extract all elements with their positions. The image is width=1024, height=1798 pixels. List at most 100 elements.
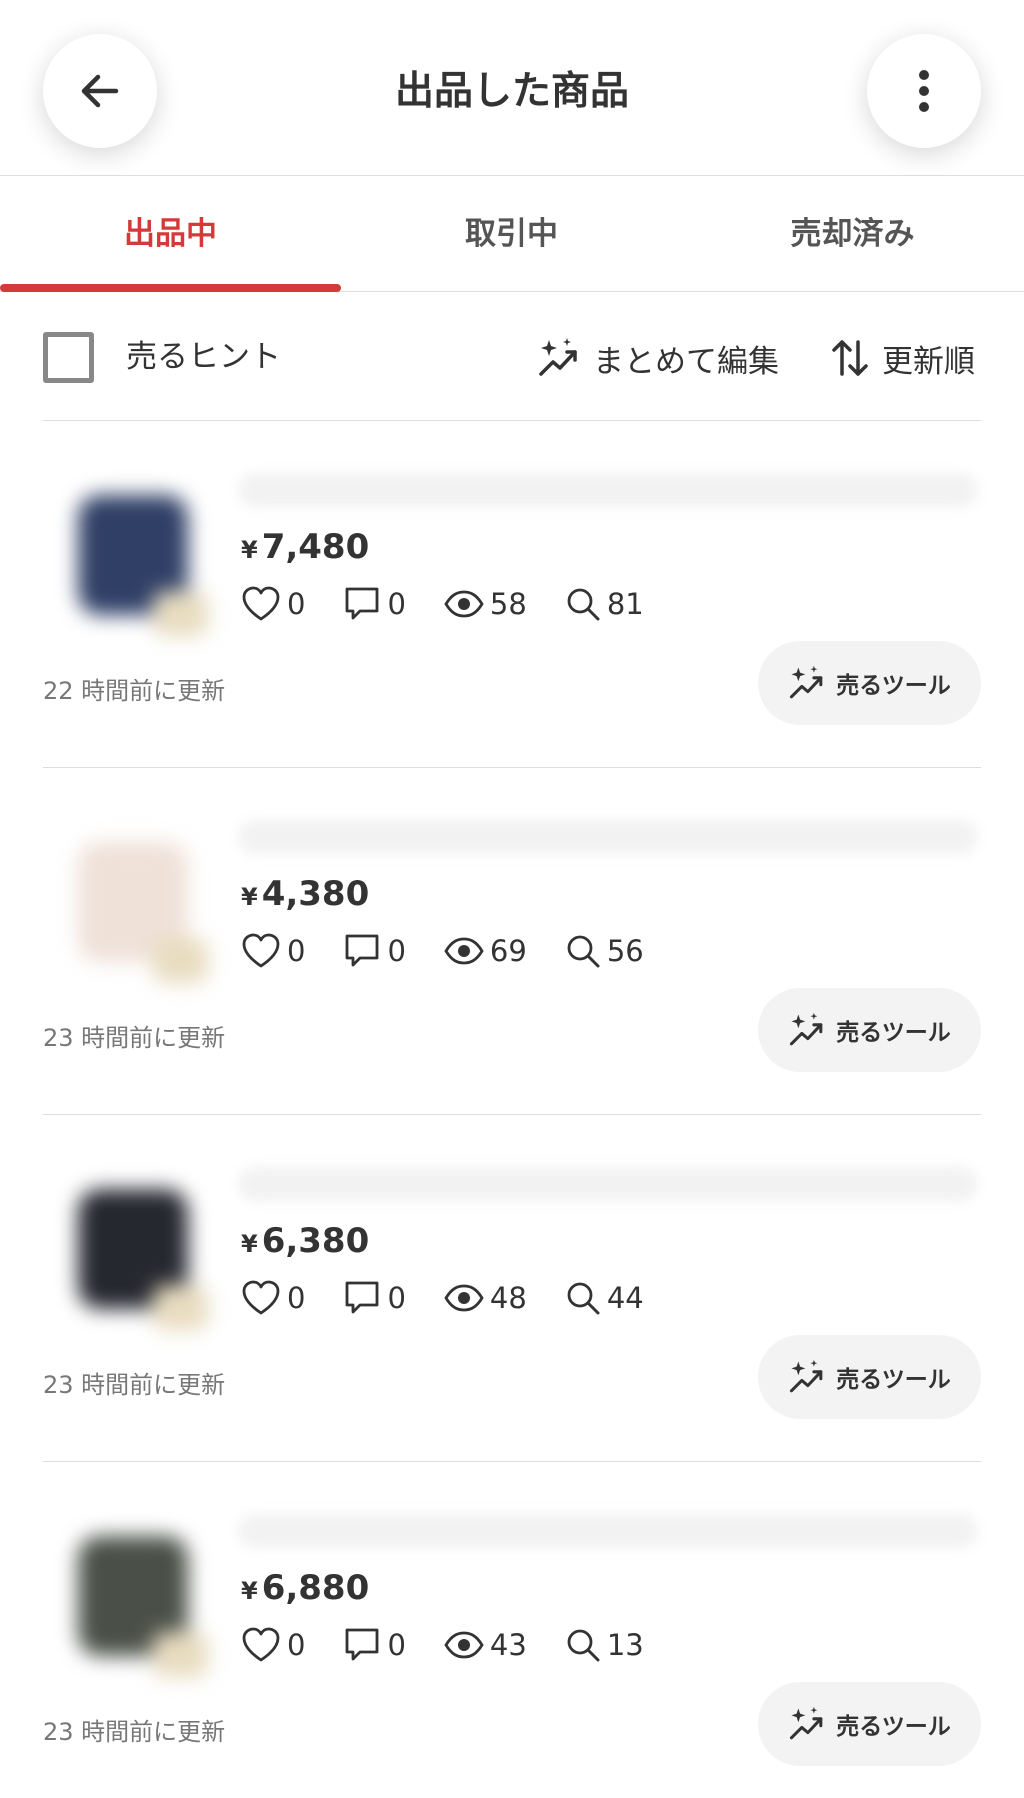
- sell-tools-button[interactable]: 売るツール: [758, 641, 981, 725]
- searches-stat: 81: [565, 586, 644, 622]
- views-count: 43: [489, 1628, 527, 1662]
- sparkle-chart-icon: [539, 338, 577, 376]
- product-title-blurred[interactable]: [238, 1167, 978, 1201]
- listing-item[interactable]: ¥6,880 0 0 43 13 23 時間前に更新 売るツール: [43, 1461, 981, 1798]
- product-thumbnail[interactable]: [53, 1167, 223, 1337]
- likes-stat: 0: [241, 1626, 305, 1664]
- searches-stat: 13: [565, 1627, 644, 1663]
- listing-item[interactable]: ¥6,380 0 0 48 44 23 時間前に更新 売るツール: [43, 1114, 981, 1461]
- product-price: ¥6,380: [241, 1217, 369, 1265]
- searches-stat: 44: [565, 1280, 644, 1316]
- product-tag-image: [153, 1632, 208, 1677]
- comment-icon: [346, 587, 379, 620]
- views-count: 48: [489, 1281, 527, 1315]
- comment-icon: [346, 1281, 379, 1314]
- likes-stat: 0: [241, 932, 305, 970]
- listing-item[interactable]: ¥4,380 0 0 69 56 23 時間前に更新 売るツール: [43, 767, 981, 1114]
- currency-symbol: ¥: [241, 1230, 258, 1258]
- comment-icon: [346, 934, 379, 967]
- status-tabs: 出品中 取引中 売却済み: [0, 176, 1024, 292]
- product-title-blurred[interactable]: [238, 820, 978, 854]
- updated-time: 23 時間前に更新: [43, 1718, 226, 1746]
- tab-sold[interactable]: 売却済み: [682, 176, 1023, 292]
- currency-symbol: ¥: [241, 883, 258, 911]
- views-stat: 58: [444, 587, 527, 621]
- sell-tools-label: 売るツール: [836, 1714, 951, 1740]
- list-toolbar: 売るヒント まとめて編集 更新順: [0, 292, 1024, 420]
- bulk-edit-label: まとめて編集: [593, 343, 779, 380]
- search-icon: [567, 935, 600, 968]
- updated-time: 23 時間前に更新: [43, 1024, 226, 1052]
- heart-icon: [242, 933, 280, 968]
- hint-checkbox[interactable]: [43, 332, 94, 383]
- price-value: 4,380: [261, 874, 370, 914]
- product-price: ¥4,380: [241, 870, 369, 918]
- listing-item[interactable]: ¥7,480 0 0 58 81 22 時間前に更新 売るツール: [43, 420, 981, 767]
- likes-stat: 0: [241, 585, 305, 623]
- sell-tools-button[interactable]: 売るツール: [758, 1335, 981, 1419]
- likes-count: 0: [287, 934, 306, 968]
- comments-count: 0: [387, 934, 406, 968]
- sort-button[interactable]: 更新順: [830, 330, 975, 386]
- eye-icon: [444, 590, 484, 618]
- search-icon: [567, 1629, 600, 1662]
- sort-arrows-icon: [832, 340, 868, 376]
- sell-tools-button[interactable]: 売るツール: [758, 988, 981, 1072]
- product-thumbnail[interactable]: [53, 820, 223, 990]
- likes-count: 0: [287, 1281, 306, 1315]
- searches-count: 13: [606, 1628, 644, 1662]
- arrow-left-icon: [81, 74, 119, 108]
- product-price: ¥7,480: [241, 523, 369, 571]
- eye-icon: [444, 1631, 484, 1659]
- sort-label: 更新順: [882, 343, 975, 380]
- price-value: 6,880: [261, 1568, 370, 1608]
- views-stat: 48: [444, 1281, 527, 1315]
- views-stat: 69: [444, 934, 527, 968]
- comment-icon: [346, 1628, 379, 1661]
- more-options-button[interactable]: [867, 34, 981, 148]
- bulk-edit-button[interactable]: まとめて編集: [537, 330, 779, 386]
- views-stat: 43: [444, 1628, 527, 1662]
- product-title-blurred[interactable]: [238, 1514, 978, 1548]
- product-title-blurred[interactable]: [238, 473, 978, 507]
- sparkle-chart-icon: [790, 1706, 823, 1740]
- more-vertical-icon: [919, 70, 929, 112]
- currency-symbol: ¥: [241, 536, 258, 564]
- heart-icon: [242, 586, 280, 621]
- tab-in-progress[interactable]: 取引中: [341, 176, 682, 292]
- likes-count: 0: [287, 1628, 306, 1662]
- price-value: 6,380: [261, 1221, 370, 1261]
- sparkle-chart-icon: [790, 1012, 823, 1046]
- price-value: 7,480: [261, 527, 370, 567]
- searches-count: 44: [606, 1281, 644, 1315]
- product-tag-image: [153, 938, 208, 983]
- comments-count: 0: [387, 1628, 406, 1662]
- comments-stat: 0: [343, 932, 406, 970]
- search-icon: [567, 588, 600, 621]
- sell-tools-button[interactable]: 売るツール: [758, 1682, 981, 1766]
- searches-count: 56: [606, 934, 644, 968]
- searches-count: 81: [606, 587, 644, 621]
- comments-count: 0: [387, 587, 406, 621]
- searches-stat: 56: [565, 933, 644, 969]
- back-button[interactable]: [43, 34, 157, 148]
- likes-count: 0: [287, 587, 306, 621]
- product-price: ¥6,880: [241, 1564, 369, 1612]
- comments-stat: 0: [343, 1626, 406, 1664]
- views-count: 58: [489, 587, 527, 621]
- product-thumbnail[interactable]: [53, 473, 223, 643]
- product-thumbnail[interactable]: [53, 1514, 223, 1684]
- product-stats: 0 0 69 56: [241, 926, 682, 976]
- sell-tools-label: 売るツール: [836, 1367, 951, 1393]
- heart-icon: [242, 1627, 280, 1662]
- tab-listing[interactable]: 出品中: [0, 176, 341, 292]
- updated-time: 23 時間前に更新: [43, 1371, 226, 1399]
- page-title: 出品した商品: [394, 69, 629, 114]
- product-tag-image: [153, 591, 208, 636]
- likes-stat: 0: [241, 1279, 305, 1317]
- heart-icon: [242, 1280, 280, 1315]
- hint-label[interactable]: 売るヒント: [126, 332, 281, 383]
- views-count: 69: [489, 934, 527, 968]
- app-header: 出品した商品: [0, 0, 1024, 176]
- product-stats: 0 0 58 81: [241, 579, 682, 629]
